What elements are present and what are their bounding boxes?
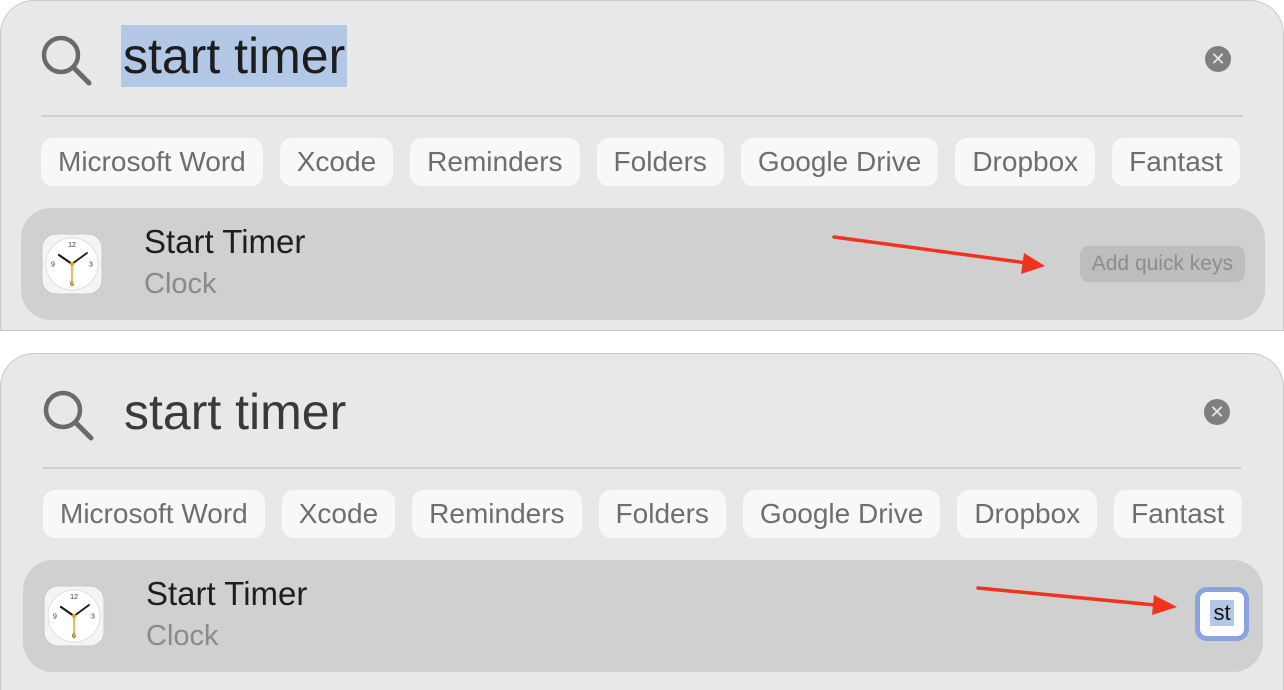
chip-reminders[interactable]: Reminders bbox=[410, 138, 580, 186]
clock-numeral-3: 3 bbox=[89, 262, 93, 269]
search-icon bbox=[43, 390, 94, 441]
clock-numeral-9: 9 bbox=[51, 262, 55, 269]
result-row-start-timer[interactable]: 12 3 6 9 Start Timer Clock Add quick key… bbox=[21, 208, 1265, 320]
clock-app-icon: 12 3 6 9 bbox=[41, 233, 103, 295]
search-icon bbox=[41, 35, 92, 86]
result-subtitle: Clock bbox=[146, 620, 219, 652]
chip-microsoft-word[interactable]: Microsoft Word bbox=[41, 138, 263, 186]
chip-folders[interactable]: Folders bbox=[596, 138, 724, 186]
chip-xcode[interactable]: Xcode bbox=[279, 138, 394, 186]
spotlight-panel-before: start timer ✕ Microsoft Word Xcode Remin… bbox=[0, 0, 1284, 330]
spotlight-panel-after: start timer ✕ Microsoft Word Xcode Remin… bbox=[0, 353, 1284, 690]
chip-reminders[interactable]: Reminders bbox=[412, 490, 582, 538]
search-divider bbox=[43, 467, 1241, 469]
clock-numeral-9: 9 bbox=[53, 614, 57, 621]
quick-key-input[interactable]: st bbox=[1195, 587, 1249, 641]
result-subtitle: Clock bbox=[144, 268, 217, 300]
clear-search-icon[interactable]: ✕ bbox=[1205, 46, 1231, 72]
suggestion-chips: Microsoft Word Xcode Reminders Folders G… bbox=[43, 490, 1242, 538]
chip-fantastical[interactable]: Fantast bbox=[1112, 138, 1240, 186]
chip-xcode[interactable]: Xcode bbox=[281, 490, 396, 538]
chip-google-drive[interactable]: Google Drive bbox=[742, 490, 941, 538]
search-query-text[interactable]: start timer bbox=[121, 25, 348, 87]
result-title: Start Timer bbox=[146, 575, 308, 612]
search-query-text[interactable]: start timer bbox=[122, 381, 348, 443]
clock-app-icon: 12 3 6 9 bbox=[43, 585, 105, 647]
clock-numeral-12: 12 bbox=[70, 594, 78, 601]
chip-google-drive[interactable]: Google Drive bbox=[740, 138, 939, 186]
chip-microsoft-word[interactable]: Microsoft Word bbox=[43, 490, 265, 538]
search-divider bbox=[41, 115, 1243, 117]
chip-folders[interactable]: Folders bbox=[598, 490, 726, 538]
clear-search-icon[interactable]: ✕ bbox=[1204, 399, 1230, 425]
clock-numeral-3: 3 bbox=[91, 614, 95, 621]
clock-numeral-12: 12 bbox=[68, 242, 76, 249]
panel-separator-line bbox=[0, 330, 1284, 331]
quick-key-value: st bbox=[1210, 600, 1234, 626]
chip-dropbox[interactable]: Dropbox bbox=[957, 490, 1098, 538]
suggestion-chips: Microsoft Word Xcode Reminders Folders G… bbox=[41, 138, 1240, 186]
chip-dropbox[interactable]: Dropbox bbox=[955, 138, 1096, 186]
chip-fantastical[interactable]: Fantast bbox=[1114, 490, 1242, 538]
result-row-start-timer[interactable]: 12 3 6 9 Start Timer Clock st bbox=[23, 560, 1263, 672]
add-quick-keys-button[interactable]: Add quick keys bbox=[1079, 246, 1245, 282]
result-title: Start Timer bbox=[144, 223, 306, 260]
